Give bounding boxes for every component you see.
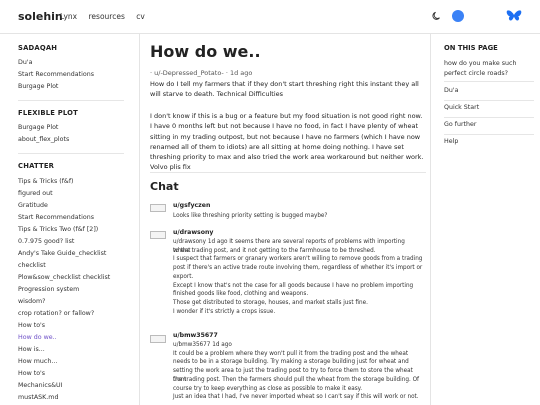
sidebar-item[interactable]: Mechanics&UI	[18, 382, 62, 389]
sidebar-item[interactable]: Start Recommendations	[18, 214, 94, 221]
sidebar-item[interactable]: How much...	[18, 358, 57, 365]
sidebar-item[interactable]: How to's	[18, 322, 45, 329]
comment-username[interactable]: u/gsfyczen	[173, 202, 210, 209]
sidebar-item[interactable]: Progression system	[18, 286, 79, 293]
bluesky-butterfly-icon[interactable]	[506, 10, 522, 22]
sidebar-item[interactable]: crop rotation? or fallow?	[18, 310, 94, 317]
sidebar-item[interactable]: figured out	[18, 190, 53, 197]
section-title-sadaqah: SADAQAH	[18, 44, 58, 52]
toc-item[interactable]: how do you make such perfect circle road…	[444, 59, 536, 78]
post-intro: How do I tell my farmers that if they do…	[150, 80, 419, 99]
divider	[444, 134, 534, 135]
toc-item[interactable]: Help	[444, 137, 536, 147]
top-nav: Lynx resources cv	[60, 12, 154, 21]
toc-item[interactable]: Du'a	[444, 86, 536, 96]
sidebar-item[interactable]: mustASK.md	[18, 394, 58, 401]
comment-line: export.	[173, 273, 194, 280]
divider	[18, 153, 124, 154]
main-content: How do we.. · u/-Depressed_Potato- · 1d …	[140, 34, 430, 405]
comment-line: u/bmw35677 1d ago	[173, 342, 232, 348]
nav-link-lynx[interactable]: Lynx	[60, 12, 77, 21]
comment-line: needs to be in a storage building. Try m…	[173, 359, 409, 366]
chat-heading: Chat	[150, 180, 179, 193]
sidebar-item[interactable]: Burgage Plot	[18, 83, 58, 90]
divider	[150, 172, 426, 173]
post-body: I don't know if this is a bug or a featu…	[150, 112, 424, 172]
comment-line: It could be a problem where they won't p…	[173, 350, 409, 357]
avatar	[150, 335, 166, 343]
comment-line: I wonder if it's strictly a crops issue.	[173, 308, 276, 315]
comment-line: Except I know that's not the case for al…	[173, 282, 414, 289]
comment-line: Those get distributed to storage, houses…	[173, 299, 368, 306]
left-sidebar: SADAQAH Du'a Start Recommendations Burga…	[0, 34, 140, 405]
sidebar-item[interactable]: Tips & Tricks (f&f)	[18, 178, 74, 185]
comment-line: I suspect that farmers or granary worker…	[173, 256, 423, 263]
post-meta: · u/-Depressed_Potato- · 1d ago	[150, 69, 253, 77]
comment-line: post if there's an active trade route in…	[173, 265, 423, 272]
avatar	[150, 231, 166, 239]
sidebar-item-active[interactable]: How do we..	[18, 334, 57, 341]
sidebar-item[interactable]: Burgage Plot	[18, 124, 58, 131]
sidebar-item[interactable]: checklist	[18, 262, 46, 269]
site-brand[interactable]: solehin	[18, 10, 63, 23]
divider	[18, 100, 124, 101]
sidebar-item[interactable]: about_flex_plots	[18, 136, 69, 143]
comment-line: finished goods like food, clothing and w…	[173, 291, 309, 298]
sidebar-item[interactable]: Start Recommendations	[18, 71, 94, 78]
sidebar-item[interactable]: Tips & Tricks Two (f&f [2])	[18, 226, 98, 233]
sidebar-item[interactable]: How is...	[18, 346, 45, 353]
nav-link-cv[interactable]: cv	[136, 12, 145, 21]
sidebar-item[interactable]: 0.7.975 good? list	[18, 238, 74, 245]
sidebar-item[interactable]: Andy's Take Guide_checklist	[18, 250, 106, 257]
comment-line: to the trading post, and it not getting …	[173, 247, 376, 254]
comment-username[interactable]: u/bmw35677	[173, 332, 218, 339]
comment-line: Just an idea that I had, I've never impo…	[173, 394, 419, 401]
sidebar-item[interactable]: How to's	[18, 370, 45, 377]
top-navbar: solehin Lynx resources cv	[0, 0, 540, 34]
section-title-chatter: CHATTER	[18, 162, 55, 170]
page-title: How do we..	[150, 42, 261, 61]
comment-text: Looks like threshing priority setting is…	[173, 213, 328, 219]
comment-line: the trading post. Then the farmers shoul…	[173, 376, 420, 383]
section-title-flexible-plot: FLEXIBLE PLOT	[18, 109, 78, 117]
toc-sidebar: ON THIS PAGE how do you make such perfec…	[430, 34, 540, 405]
sidebar-item[interactable]: Du'a	[18, 59, 32, 66]
nav-link-resources[interactable]: resources	[89, 12, 125, 21]
comment-line: course try to keep everything as close a…	[173, 385, 363, 392]
avatar	[150, 204, 166, 212]
sidebar-item[interactable]: Plow&sow_checklist checklist	[18, 274, 110, 281]
discord-icon[interactable]	[452, 10, 464, 22]
sidebar-item[interactable]: wisdom?	[18, 298, 46, 305]
toc-item[interactable]: Go further	[444, 120, 536, 130]
toc-item[interactable]: Quick Start	[444, 103, 536, 113]
divider	[444, 81, 534, 82]
divider	[444, 100, 534, 101]
comment-username[interactable]: u/drawsony	[173, 229, 213, 236]
divider	[444, 117, 534, 118]
moon-icon[interactable]	[432, 11, 442, 21]
sidebar-item[interactable]: Gratitude	[18, 202, 48, 209]
toc-title: ON THIS PAGE	[444, 44, 498, 52]
